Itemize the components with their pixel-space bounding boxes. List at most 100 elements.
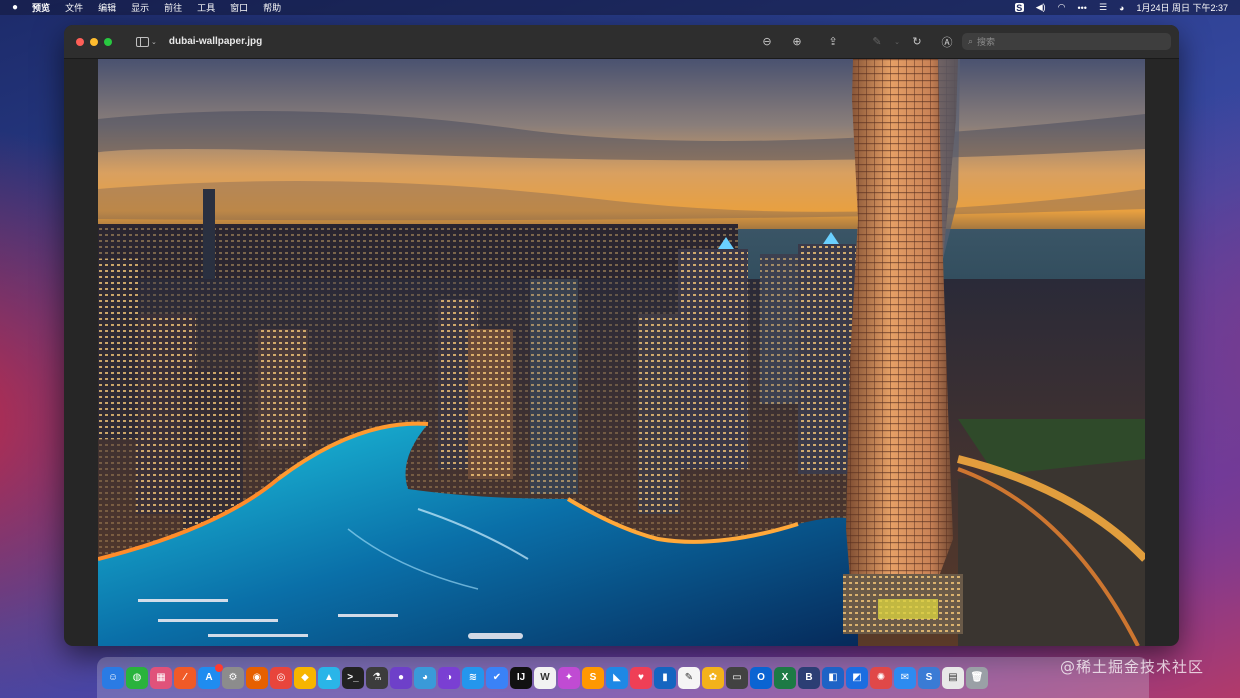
traffic-lights: [76, 37, 112, 46]
dock-bookmarks-icon[interactable]: ▮: [654, 666, 676, 689]
dock-github-icon[interactable]: ●: [390, 666, 412, 689]
more-dots-icon[interactable]: •••: [1077, 3, 1086, 13]
dock-sublime-icon[interactable]: S: [582, 666, 604, 689]
annotate-button[interactable]: Ⓐ: [932, 34, 962, 50]
siri-icon[interactable]: ◕: [1119, 3, 1124, 13]
search-field[interactable]: ⌕: [962, 33, 1171, 50]
menu-bar: ● 预览 文件 编辑 显示 前往 工具 窗口 帮助 S ◀) ◠ ••• ☰ ◕…: [0, 0, 1240, 15]
share-button[interactable]: ⇪: [818, 35, 848, 48]
dock-glyph: ☺: [107, 672, 119, 683]
menu-go[interactable]: 前往: [164, 1, 182, 14]
dock-glyph: ✉: [900, 672, 910, 683]
dock-tasks-icon[interactable]: ◧: [822, 666, 844, 689]
dock-mail-icon[interactable]: ✉: [894, 666, 916, 689]
dock-outlook-icon[interactable]: O: [750, 666, 772, 689]
dock-glyph: ◣: [613, 672, 621, 683]
dock-keynote-icon[interactable]: ◩: [846, 666, 868, 689]
dock-finder-icon[interactable]: ☺: [102, 666, 124, 689]
dock-qq-icon[interactable]: ◕: [414, 666, 436, 689]
dock-bbedit-icon[interactable]: B: [798, 666, 820, 689]
markup-button[interactable]: ✎: [862, 35, 892, 48]
dock-glyph: ▭: [732, 672, 742, 683]
volume-icon[interactable]: ◀): [1036, 2, 1046, 13]
dock-chrome-icon[interactable]: ◎: [270, 666, 292, 689]
dock-glyph: ●: [397, 672, 405, 683]
menu-app-preview[interactable]: 预览: [32, 1, 50, 14]
dock-trash-icon[interactable]: 🗑: [966, 666, 988, 689]
dock-system-preferences-icon[interactable]: ⚙: [222, 666, 244, 689]
menu-bar-clock[interactable]: 1月24日 周日 下午2:37: [1136, 1, 1228, 14]
dock-notes-icon[interactable]: ✎: [678, 666, 700, 689]
dock-glyph: ⚙: [228, 672, 238, 683]
watermark-text: @稀土掘金技术社区: [1060, 658, 1205, 676]
dock-scrivener-icon[interactable]: S: [918, 666, 940, 689]
dock-photo-booth-icon[interactable]: ✺: [870, 666, 892, 689]
dock-swift-playgrounds-icon[interactable]: ⁄: [174, 666, 196, 689]
control-center-icon[interactable]: ☰: [1099, 2, 1107, 13]
dock-terminal-icon[interactable]: >_: [342, 666, 364, 689]
dock-nova-icon[interactable]: ✦: [558, 666, 580, 689]
dock-docker-icon[interactable]: ≋: [462, 666, 484, 689]
dock-pocket-icon[interactable]: ♥: [630, 666, 652, 689]
minimize-window-icon[interactable]: [90, 37, 98, 46]
menu-file[interactable]: 文件: [65, 1, 83, 14]
dock-typora-icon[interactable]: W: [534, 666, 556, 689]
fullscreen-window-icon[interactable]: [104, 37, 112, 46]
s-menu-icon[interactable]: S: [1014, 3, 1024, 13]
dock-glyph: ◉: [252, 672, 262, 683]
rotate-button[interactable]: ↻: [902, 35, 932, 48]
dock-glyph: ▲: [324, 672, 334, 683]
menu-help[interactable]: 帮助: [263, 1, 281, 14]
sidebar-toggle-button[interactable]: ⌄: [136, 36, 157, 47]
dock-firefox-icon[interactable]: ◉: [246, 666, 268, 689]
dock-flask-icon[interactable]: ⚗: [366, 666, 388, 689]
dock-glyph: ◍: [132, 672, 142, 683]
document-title: dubai-wallpaper.jpg: [168, 36, 263, 47]
dock-screen-icon[interactable]: ▭: [726, 666, 748, 689]
dock-glyph: X: [781, 672, 789, 683]
dock-glyph: ⁄: [184, 672, 186, 683]
menu-view[interactable]: 显示: [131, 1, 149, 14]
dock-wechat-icon[interactable]: ◍: [126, 666, 148, 689]
dock-glyph: ✿: [708, 672, 718, 683]
wifi-icon[interactable]: ◠: [1058, 2, 1066, 13]
dock-app-store-icon[interactable]: A: [198, 663, 223, 689]
title-bar: ⌄ dubai-wallpaper.jpg ⊖ ⊕ ⇪ ✎ ⌄ ↻ Ⓐ ⌕: [64, 25, 1179, 59]
dock-glyph: ◧: [828, 672, 838, 683]
dock-glyph: ✺: [876, 672, 886, 683]
dock-glyph: B: [805, 672, 813, 683]
dock: ☺ ◍ ▦ ⁄ A ⚙ ◉ ◎ ◆ ▲ >_ ⚗ ● ◕ ◑ ≋ ✔ IJ W ✦ S ◣ ♥ ▮ ✎ ✿ ▭ O X B ◧ ◩ ✺ ✉ S ▤ 🗑: [97, 657, 1149, 698]
dock-glyph: ◆: [301, 672, 309, 683]
menu-window[interactable]: 窗口: [230, 1, 248, 14]
dock-things-icon[interactable]: ✔: [486, 666, 508, 689]
dock-tes-icon[interactable]: ✿: [702, 666, 724, 689]
markup-chevron-icon[interactable]: ⌄: [892, 38, 902, 46]
dock-firefox-dev-icon[interactable]: ◑: [438, 666, 460, 689]
dock-glyph: ✎: [684, 672, 694, 683]
dock-sketch-icon[interactable]: ◆: [294, 666, 316, 689]
dock-glyph: ◎: [276, 672, 286, 683]
dock-excel-icon[interactable]: X: [774, 666, 796, 689]
dock-glyph: ▤: [948, 672, 958, 683]
close-window-icon[interactable]: [76, 37, 84, 46]
dock-glyph: IJ: [516, 672, 526, 683]
dock-glyph: ▦: [156, 672, 166, 683]
dock-preview-folder-icon[interactable]: ▤: [942, 666, 964, 689]
dock-affinity-icon[interactable]: ▲: [318, 666, 340, 689]
menu-tools[interactable]: 工具: [197, 1, 215, 14]
dock-intellij-icon[interactable]: IJ: [510, 666, 532, 689]
zoom-in-button[interactable]: ⊕: [782, 35, 812, 48]
apple-logo-icon[interactable]: ●: [12, 2, 18, 13]
dock-glyph: >_: [347, 672, 359, 683]
sidebar-icon: [136, 36, 149, 47]
dock-glyph: S: [589, 672, 597, 683]
toolbar: ⊖ ⊕ ⇪ ✎ ⌄ ↻ Ⓐ: [752, 25, 962, 58]
menu-edit[interactable]: 编辑: [98, 1, 116, 14]
dock-vscode-icon[interactable]: ◣: [606, 666, 628, 689]
zoom-out-button[interactable]: ⊖: [752, 35, 782, 48]
chevron-down-icon: ⌄: [151, 38, 157, 46]
search-input[interactable]: [977, 36, 1148, 47]
dubai-photo: [98, 59, 1145, 646]
dock-glyph: ✦: [564, 672, 574, 683]
dock-launchpad-icon[interactable]: ▦: [150, 666, 172, 689]
